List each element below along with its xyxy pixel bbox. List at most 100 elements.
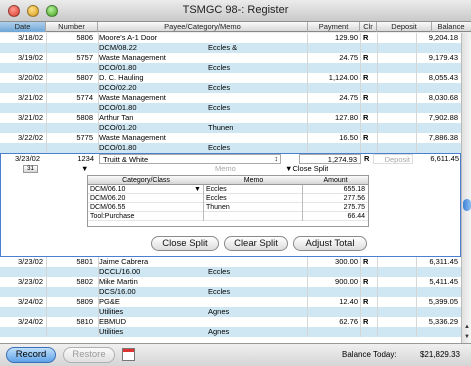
- transaction-cleared[interactable]: R: [363, 53, 375, 63]
- column-date[interactable]: Date: [0, 22, 46, 32]
- dropdown-arrow-icon[interactable]: ▼: [194, 185, 201, 194]
- transaction-detail-row[interactable]: DCM/08.22 Eccles &: [0, 43, 461, 53]
- transaction-date: 3/21/02: [18, 113, 44, 122]
- transaction-detail-row[interactable]: DCO/01.80 Eccles: [0, 63, 461, 73]
- split-memo[interactable]: Eccles: [204, 185, 303, 194]
- split-amount[interactable]: 655.18: [303, 185, 368, 194]
- active-number[interactable]: 1234: [47, 154, 94, 164]
- close-split-toggle[interactable]: ▼Close Split: [285, 164, 328, 174]
- calendar-icon[interactable]: [122, 348, 135, 361]
- active-date[interactable]: 3/23/02: [15, 154, 45, 164]
- restore-button[interactable]: Restore: [63, 347, 115, 363]
- column-divider: [360, 317, 361, 337]
- transaction-cleared[interactable]: R: [363, 317, 375, 327]
- transaction-main-row[interactable]: 3/18/02 5806 Moore's A-1 Door 129.90 R 9,204.…: [0, 33, 461, 43]
- column-divider: [46, 53, 47, 73]
- column-number[interactable]: Number: [46, 22, 98, 32]
- payment-field[interactable]: 1,274.93: [299, 154, 361, 164]
- transaction-cleared[interactable]: R: [363, 93, 375, 103]
- column-cleared[interactable]: Clr: [360, 22, 377, 32]
- transaction[interactable]: 3/18/02 5806 Moore's A-1 Door 129.90 R 9,204.…: [0, 33, 461, 53]
- dropdown-arrow-icon[interactable]: ↕: [275, 155, 279, 164]
- column-deposit[interactable]: Deposit: [377, 22, 432, 32]
- split-category[interactable]: Tool:Purchase: [88, 212, 204, 221]
- transaction-cleared[interactable]: R: [363, 297, 375, 307]
- transaction-detail-row[interactable]: DCO/01.80 Eccles: [0, 143, 461, 153]
- column-divider: [307, 33, 308, 53]
- column-divider: [416, 93, 417, 113]
- category-dropdown-icon[interactable]: ▼: [81, 164, 88, 174]
- transaction-number: 5801: [76, 257, 93, 266]
- transaction-detail-row[interactable]: Utilities Agnes: [0, 307, 461, 317]
- scroll-thumb[interactable]: [463, 199, 471, 211]
- close-split-button[interactable]: Close Split: [151, 236, 219, 251]
- transaction[interactable]: 3/21/02 5774 Waste Management 24.75 R 8,030.6…: [0, 93, 461, 113]
- transaction-main-row[interactable]: 3/24/02 5810 EBMUD 62.76 R 5,336.29: [0, 317, 461, 327]
- record-button[interactable]: Record: [6, 347, 56, 363]
- transaction-detail-row[interactable]: DCO/01.80 Eccles: [0, 103, 461, 113]
- transaction-main-row[interactable]: 3/23/02 5801 Jaime Cabrera 300.00 R 6,311.45: [0, 257, 461, 267]
- transaction-main-row[interactable]: 3/23/02 5802 Mike Martin 900.00 R 5,411.45: [0, 277, 461, 287]
- transaction[interactable]: 3/19/02 5757 Waste Management 24.75 R 9,179.4…: [0, 53, 461, 73]
- transaction-cleared[interactable]: R: [363, 277, 375, 287]
- active-transaction[interactable]: 3/23/02 1234 Truitt & White ↕ 1,274.93 R…: [0, 153, 461, 257]
- active-transaction-secondary-row: 31 ▼ Memo ▼Close Split: [1, 164, 460, 174]
- column-divider: [307, 297, 308, 317]
- transaction-cleared[interactable]: R: [363, 257, 375, 267]
- transaction[interactable]: 3/23/02 5801 Jaime Cabrera 300.00 R 6,311.45 D…: [0, 257, 461, 277]
- column-payee[interactable]: Payee/Category/Memo: [98, 22, 308, 32]
- split-row[interactable]: Tool:Purchase 66.44: [88, 212, 368, 221]
- transaction[interactable]: 3/21/02 5808 Arthur Tan 127.80 R 7,902.88 DCO/…: [0, 113, 461, 133]
- transaction[interactable]: 3/24/02 5810 EBMUD 62.76 R 5,336.29 Utilities A…: [0, 317, 461, 337]
- memo-field[interactable]: Memo: [215, 164, 236, 174]
- transaction-detail-row[interactable]: DCS/16.00 Eccles: [0, 287, 461, 297]
- deposit-field[interactable]: Deposit: [373, 154, 413, 164]
- column-divider: [360, 93, 361, 113]
- transaction-main-row[interactable]: 3/22/02 5775 Waste Management 16.50 R 7,886.3…: [0, 133, 461, 143]
- transaction-category: DCO/01.80: [99, 63, 137, 72]
- clear-split-button[interactable]: Clear Split: [224, 236, 288, 251]
- split-memo[interactable]: Eccles: [204, 194, 303, 203]
- close-split-link: Close Split: [292, 164, 329, 173]
- split-category[interactable]: DCM/06.55: [88, 203, 204, 212]
- split-category[interactable]: DCM/06.10: [88, 185, 204, 194]
- transaction-main-row[interactable]: 3/21/02 5808 Arthur Tan 127.80 R 7,902.88: [0, 113, 461, 123]
- scroll-up-icon[interactable]: ▲: [463, 323, 471, 331]
- transaction-main-row[interactable]: 3/24/02 5809 PG&E 12.40 R 5,399.05: [0, 297, 461, 307]
- split-row[interactable]: DCM/06.55 Thunen 275.75: [88, 203, 368, 212]
- split-memo[interactable]: Thunen: [204, 203, 303, 212]
- transaction[interactable]: 3/23/02 5802 Mike Martin 900.00 R 5,411.45 DCS…: [0, 277, 461, 297]
- transaction-date: 3/24/02: [18, 297, 44, 306]
- transaction-cleared[interactable]: R: [363, 33, 375, 43]
- split-header-amount: Amount: [323, 177, 348, 184]
- scroll-down-icon[interactable]: ▼: [463, 333, 471, 341]
- transaction-cleared[interactable]: R: [363, 133, 375, 143]
- transaction-detail-row[interactable]: Utilities Agnes: [0, 327, 461, 337]
- transaction-detail-row[interactable]: DCO/02.20 Eccles: [0, 83, 461, 93]
- transaction-balance: 8,030.68: [428, 93, 458, 102]
- column-payment[interactable]: Payment: [308, 22, 360, 32]
- split-row[interactable]: DCM/06.20 Eccles 277.56: [88, 194, 368, 203]
- split-row[interactable]: DCM/06.10 ▼ Eccles 655.18: [88, 185, 368, 194]
- split-category[interactable]: DCM/06.20: [88, 194, 204, 203]
- column-divider: [377, 93, 378, 113]
- calendar-icon[interactable]: 31: [23, 165, 38, 173]
- transaction-main-row[interactable]: 3/21/02 5774 Waste Management 24.75 R 8,030.6…: [0, 93, 461, 103]
- transaction[interactable]: 3/24/02 5809 PG&E 12.40 R 5,399.05 Utilities Ag…: [0, 297, 461, 317]
- transaction-main-row[interactable]: 3/19/02 5757 Waste Management 24.75 R 9,179.4…: [0, 53, 461, 63]
- vertical-scrollbar[interactable]: ▲ ▼: [461, 33, 471, 343]
- split-amount[interactable]: 275.75: [303, 203, 368, 212]
- adjust-total-button[interactable]: Adjust Total: [293, 236, 367, 251]
- transaction[interactable]: 3/20/02 5807 D. C. Hauling 1,124.00 R 8,055.4…: [0, 73, 461, 93]
- transaction-detail-row[interactable]: DCO/01.20 Thunen: [0, 123, 461, 133]
- split-memo[interactable]: [204, 212, 303, 221]
- transaction-cleared[interactable]: R: [363, 73, 375, 83]
- split-amount[interactable]: 66.44: [303, 212, 368, 221]
- transaction-main-row[interactable]: 3/20/02 5807 D. C. Hauling 1,124.00 R 8,055.4…: [0, 73, 461, 83]
- transaction-cleared[interactable]: R: [363, 113, 375, 123]
- column-balance[interactable]: Balance: [432, 22, 470, 32]
- split-amount[interactable]: 277.56: [303, 194, 368, 203]
- transaction[interactable]: 3/22/02 5775 Waste Management 16.50 R 7,886.3…: [0, 133, 461, 153]
- transaction-detail-row[interactable]: DCCL/16.00 Eccles: [0, 267, 461, 277]
- payee-field[interactable]: Truitt & White ↕: [99, 154, 281, 164]
